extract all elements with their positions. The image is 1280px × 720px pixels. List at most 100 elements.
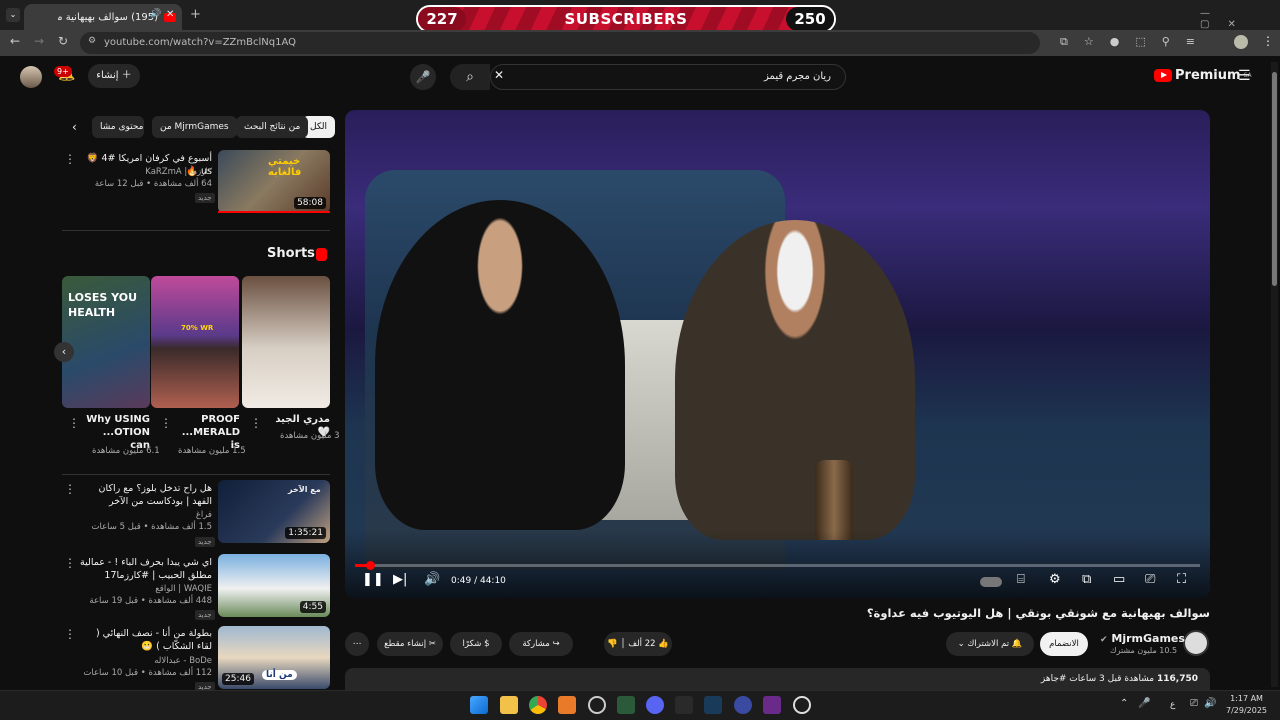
system-tray-icons[interactable]: ⌃🎤 (1120, 698, 1161, 709)
share-button[interactable]: ↪ مشاركة (509, 632, 573, 656)
subscribed-button[interactable]: 🔔 تم الاشتراك ⌄ (946, 632, 1034, 656)
video-scene-person-left (375, 200, 625, 530)
file-explorer-icon[interactable] (500, 696, 518, 714)
video-channel[interactable]: BoDe - عبدالاله (80, 655, 212, 667)
chip-from-channel[interactable]: من MjrmGames (152, 116, 237, 138)
guide-menu-icon[interactable]: ☰ (1238, 68, 1251, 84)
more-actions-button[interactable]: ⋯ (345, 632, 369, 656)
more-actions-icon[interactable]: ⋮ (64, 482, 76, 496)
video-channel[interactable]: فراغ (80, 509, 212, 521)
short-thumbnail[interactable] (242, 276, 330, 408)
discord-icon[interactable] (646, 696, 664, 714)
next-video-icon[interactable]: ▶| (393, 572, 407, 587)
more-actions-icon[interactable]: ⋮ (68, 416, 80, 430)
theater-mode-icon[interactable]: ▭ (1113, 572, 1125, 587)
cast-icon[interactable]: ⎚ (1145, 572, 1155, 587)
share-icon: ↪ (552, 639, 560, 649)
browser-toolbar-icons[interactable]: ⧉☆●⬚⚲≡ (1060, 35, 1211, 49)
like-button[interactable]: 👍 22 ألف │ 👎 (604, 632, 672, 656)
miniplayer-icon[interactable]: ⧉ (1082, 572, 1091, 587)
like-count: 22 ألف (628, 639, 656, 649)
clip-button[interactable]: ✂ إنشاء مقطع (377, 632, 443, 656)
browser-menu-icon[interactable]: ⋮ (1262, 34, 1274, 48)
new-badge: جديد (195, 610, 215, 620)
tab-list-button[interactable]: ⌄ (6, 8, 20, 22)
input-language[interactable]: ع (1170, 700, 1175, 710)
network-volume-icons[interactable]: ⎚🔊 (1190, 698, 1222, 709)
create-button[interactable]: إنشاء ＋ (88, 64, 140, 88)
windows-start-icon[interactable] (470, 696, 488, 714)
voice-search-mic-icon[interactable]: 🎤 (410, 64, 436, 90)
tab-close-icon[interactable]: ✕ (166, 9, 174, 20)
thumbnail-text: 70% WR (181, 324, 214, 332)
video-thumbnail[interactable]: 4:55 (218, 554, 330, 617)
back-icon[interactable]: ← (10, 34, 20, 48)
more-actions-icon[interactable]: ⋮ (160, 416, 172, 430)
volume-icon[interactable]: 🔊 (424, 572, 440, 587)
avatar[interactable] (20, 66, 42, 88)
app-icon-blue[interactable] (734, 696, 752, 714)
subtitles-icon[interactable]: ⌸ (1017, 572, 1025, 587)
view-count: 116,750 (1157, 674, 1198, 684)
more-actions-icon[interactable]: ⋮ (250, 416, 262, 430)
forward-icon[interactable]: → (34, 34, 44, 48)
video-thumbnail[interactable]: من أنا 25:46 (218, 626, 330, 689)
autoplay-toggle[interactable] (980, 577, 1002, 587)
chrome-icon[interactable] (529, 696, 547, 714)
site-info-icon[interactable]: ⚙ (88, 36, 96, 46)
app-icon-terminal[interactable] (617, 696, 635, 714)
more-actions-icon[interactable]: ⋮ (64, 152, 76, 166)
shorts-prev-icon[interactable]: ‹ (54, 342, 74, 362)
dislike-icon: 👎 (607, 639, 618, 649)
search-input[interactable]: ريان مجرم قيمز (490, 64, 846, 90)
shorts-heading: Shorts (267, 246, 315, 261)
clear-search-icon[interactable]: ✕ (494, 68, 504, 82)
share-label: مشاركة (522, 639, 550, 649)
join-button[interactable]: الانضمام (1040, 632, 1088, 656)
more-actions-icon[interactable]: ⋮ (64, 556, 76, 570)
video-channel[interactable]: WAQIE | الواقع (80, 583, 212, 595)
video-thumbnail[interactable]: خيمتي فالغابه 58:08 (218, 150, 330, 213)
new-tab-button[interactable]: + (190, 7, 201, 22)
video-channel[interactable]: كارزما | KaRZmA (80, 166, 212, 178)
video-player[interactable] (345, 110, 1210, 598)
app-icon-clock[interactable] (793, 696, 811, 714)
youtube-premium-logo[interactable]: Premium SA (1154, 68, 1252, 83)
thanks-button[interactable]: $ شكرًا (450, 632, 502, 656)
video-thumbnail[interactable]: مع الآخر 1:35:21 (218, 480, 330, 543)
short-thumbnail[interactable]: 70% WR (151, 276, 239, 408)
short-thumbnail[interactable]: LOSES YOU HEALTH (62, 276, 150, 408)
video-title[interactable]: اي شي يبدا بحرف الباء ! - عمالية مطلق ال… (80, 556, 212, 582)
search-button[interactable]: ⌕ (450, 64, 490, 90)
tab-audio-icon[interactable]: 🔊 (150, 9, 161, 19)
channel-avatar[interactable] (1183, 630, 1209, 656)
url-field[interactable]: youtube.com/watch?v=ZZmBclNq1AQ (80, 32, 1040, 54)
video-progress-bar[interactable] (355, 561, 1200, 570)
video-duration: 4:55 (299, 601, 326, 613)
chips-scroll-left-icon[interactable]: ‹ (72, 120, 77, 134)
more-actions-icon[interactable]: ⋮ (64, 627, 76, 641)
profile-icon[interactable] (1234, 35, 1248, 49)
app-icon-g[interactable] (675, 696, 693, 714)
chip-search-results[interactable]: من نتائج البحث (236, 116, 309, 138)
browser-tab[interactable]: ✕ 🔊 (195) سوالف بهيهانية مع شو (24, 4, 182, 30)
taskbar-clock[interactable]: 1:17 AM 7/29/2025 (1226, 693, 1267, 717)
app-icon-circle[interactable] (588, 696, 606, 714)
pause-icon[interactable]: ❚❚ (362, 572, 384, 587)
steam-icon[interactable] (704, 696, 722, 714)
window-controls[interactable]: —▢✕ (1200, 8, 1280, 30)
settings-gear-icon[interactable]: ⚙ (1049, 572, 1061, 587)
chip-related[interactable]: محتوى مشا... (92, 116, 144, 138)
video-title[interactable]: بطولة من أنا - نصف النهائي ( لقاء الشكّا… (80, 627, 212, 653)
channel-name[interactable]: ✔ MjrmGames (1100, 632, 1185, 645)
video-scene-person-right (675, 220, 915, 540)
thanks-icon: $ (484, 639, 490, 649)
video-title[interactable]: هل راح تدخل بلوز؟ مع راكان الفهد | بودكا… (80, 482, 212, 508)
fullscreen-icon[interactable]: ⛶ (1177, 572, 1186, 587)
description-box[interactable]: 116,750 مشاهدة قبل 3 ساعات #جاهز (345, 668, 1210, 690)
reload-icon[interactable]: ↻ (58, 34, 68, 48)
app-icon-next[interactable] (763, 696, 781, 714)
app-icon-orange[interactable] (558, 696, 576, 714)
shorts-logo-icon (316, 248, 327, 261)
scrollbar-thumb[interactable] (1272, 72, 1277, 286)
